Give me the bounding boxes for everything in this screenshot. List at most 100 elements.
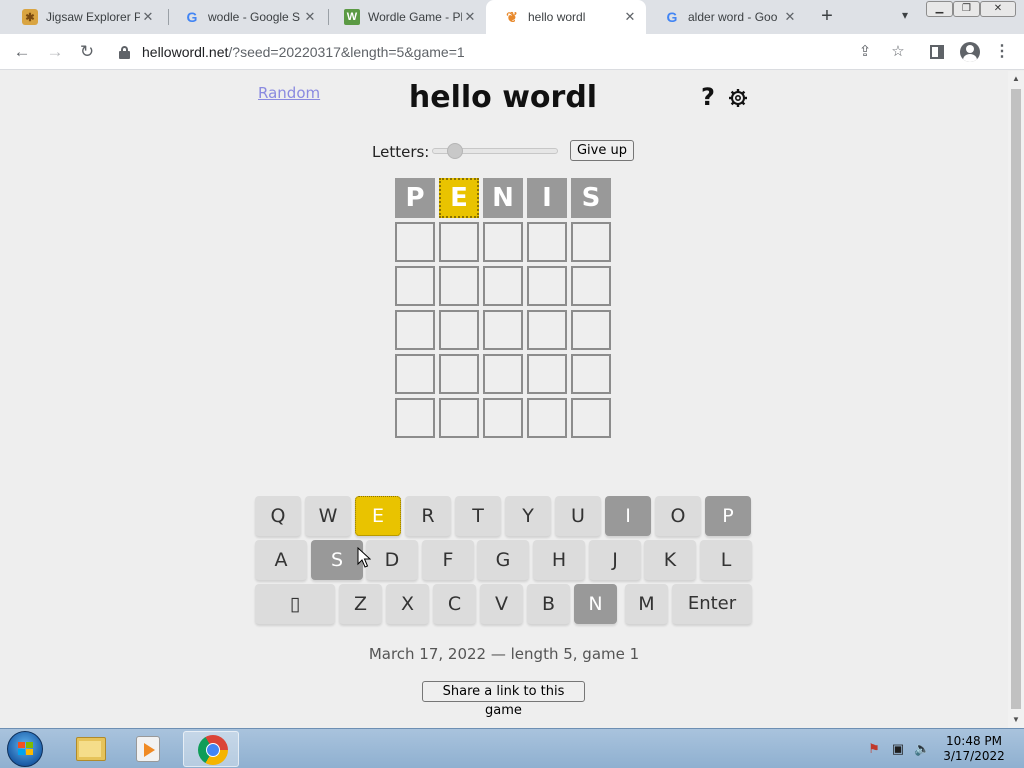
address-bar[interactable]: hellowordl.net/?seed=20220317&length=5&g… (110, 38, 920, 66)
page-scrollbar[interactable]: ▲ ▼ (1008, 71, 1024, 728)
enter-key[interactable]: Enter (672, 584, 752, 624)
tab-jigsaw-explorer[interactable]: ✱ Jigsaw Explorer Pu ✕ (4, 0, 164, 34)
key-u[interactable]: U (555, 496, 601, 536)
letters-label: Letters: (372, 143, 430, 161)
board-tile: I (527, 178, 567, 218)
key-r[interactable]: R (405, 496, 451, 536)
network-icon[interactable]: ▣ (890, 741, 906, 757)
lock-icon[interactable] (119, 46, 130, 59)
taskbar-media-player[interactable] (120, 731, 176, 767)
key-a[interactable]: A (255, 540, 307, 580)
close-icon[interactable]: ✕ (140, 9, 156, 25)
scroll-up-arrow-icon[interactable]: ▲ (1008, 71, 1024, 87)
new-tab-button[interactable]: + (816, 5, 838, 27)
side-panel-icon[interactable] (930, 45, 944, 59)
scrollbar-thumb[interactable] (1011, 89, 1021, 709)
key-d[interactable]: D (366, 540, 418, 580)
keyboard-row: QWERTYUIOP (255, 496, 753, 538)
volume-icon[interactable]: 🔈 (914, 741, 930, 757)
board-tile (439, 398, 479, 438)
minimize-button[interactable]: ▁ (926, 1, 953, 17)
key-v[interactable]: V (480, 584, 523, 624)
key-l[interactable]: L (700, 540, 752, 580)
profile-avatar-icon[interactable] (960, 42, 980, 62)
board-row (395, 266, 613, 306)
start-button[interactable] (7, 731, 43, 767)
google-icon: G (186, 9, 198, 25)
system-clock[interactable]: 10:48 PM 3/17/2022 (938, 734, 1010, 764)
share-link-button[interactable]: Share a link to this game (422, 681, 585, 718)
url-text[interactable]: hellowordl.net/?seed=20220317&length=5&g… (142, 44, 465, 60)
tab-hello-wordl[interactable]: ❦ hello wordl ✕ (486, 0, 646, 34)
close-icon[interactable]: ✕ (462, 9, 478, 25)
key-s[interactable]: S (311, 540, 363, 580)
key-b[interactable]: B (527, 584, 570, 624)
close-icon[interactable]: ✕ (782, 9, 798, 25)
board-tile (395, 310, 435, 350)
taskbar-chrome[interactable] (183, 731, 239, 767)
url-path: /?seed=20220317&length=5&game=1 (228, 44, 465, 60)
close-icon[interactable]: ✕ (622, 9, 638, 25)
key-j[interactable]: J (589, 540, 641, 580)
board-tile (483, 266, 523, 306)
key-y[interactable]: Y (505, 496, 551, 536)
action-center-flag-icon[interactable]: ⚑ (866, 741, 882, 757)
board-tile: P (395, 178, 435, 218)
board-tile: E (439, 178, 479, 218)
forward-arrow-icon[interactable]: → (44, 41, 66, 63)
browser-toolbar: ← → ↻ hellowordl.net/?seed=20220317&leng… (0, 34, 1024, 70)
key-k[interactable]: K (644, 540, 696, 580)
share-icon[interactable]: ⇪ (856, 43, 874, 61)
tab-wordle-game[interactable]: W Wordle Game - Pl ✕ (326, 0, 486, 34)
tab-search-chevron-icon[interactable]: ▾ (896, 8, 914, 26)
help-button[interactable]: ? (698, 83, 718, 111)
restore-button[interactable]: ❐ (953, 1, 980, 17)
folder-icon (76, 737, 106, 761)
board-tile (527, 354, 567, 394)
board-row (395, 398, 613, 438)
back-arrow-icon[interactable]: ← (11, 41, 33, 63)
key-x[interactable]: X (386, 584, 429, 624)
gear-icon[interactable] (728, 88, 748, 108)
random-link[interactable]: Random (258, 84, 320, 102)
on-screen-keyboard: Q W E R T Y U I O P A S D F G H J K L ▯ Z X C V B N M Enter (255, 496, 753, 628)
key-m[interactable]: M (625, 584, 668, 624)
taskbar-file-explorer[interactable] (62, 731, 118, 767)
hello-wordl-icon: ❦ (506, 8, 518, 25)
keyboard-row: ▯ Z X C V B N M Enter (255, 584, 753, 626)
windows-logo-icon (18, 742, 34, 756)
key-h[interactable]: H (533, 540, 585, 580)
key-e[interactable]: E (355, 496, 401, 536)
key-q[interactable]: Q (255, 496, 301, 536)
reload-icon[interactable]: ↻ (76, 41, 98, 63)
board-tile (395, 354, 435, 394)
browser-menu-icon[interactable]: ⋮ (994, 43, 1010, 61)
bookmark-star-icon[interactable]: ☆ (889, 43, 907, 61)
key-p[interactable]: P (705, 496, 751, 536)
tab-google-alder-word[interactable]: G alder word - Goo ✕ (646, 0, 806, 34)
tab-google-wodle[interactable]: G wodle - Google S ✕ (166, 0, 326, 34)
key-o[interactable]: O (655, 496, 701, 536)
jigsaw-icon: ✱ (22, 9, 38, 25)
url-host: hellowordl.net (142, 44, 229, 60)
board-tile (571, 354, 611, 394)
key-f[interactable]: F (422, 540, 474, 580)
key-t[interactable]: T (455, 496, 501, 536)
scroll-down-arrow-icon[interactable]: ▼ (1008, 712, 1024, 728)
board-tile (483, 354, 523, 394)
window-close-button[interactable]: ✕ (980, 1, 1016, 17)
letters-slider-thumb[interactable] (447, 143, 463, 159)
key-g[interactable]: G (477, 540, 529, 580)
clock-date: 3/17/2022 (943, 749, 1005, 763)
key-w[interactable]: W (305, 496, 351, 536)
clock-time: 10:48 PM (946, 734, 1002, 748)
close-icon[interactable]: ✕ (302, 9, 318, 25)
board-tile (483, 310, 523, 350)
backspace-key[interactable]: ▯ (255, 584, 335, 624)
give-up-button[interactable]: Give up (570, 140, 634, 161)
tab-strip: ✱ Jigsaw Explorer Pu ✕ G wodle - Google … (0, 0, 1024, 34)
key-c[interactable]: C (433, 584, 476, 624)
key-i[interactable]: I (605, 496, 651, 536)
key-z[interactable]: Z (339, 584, 382, 624)
key-n[interactable]: N (574, 584, 617, 624)
